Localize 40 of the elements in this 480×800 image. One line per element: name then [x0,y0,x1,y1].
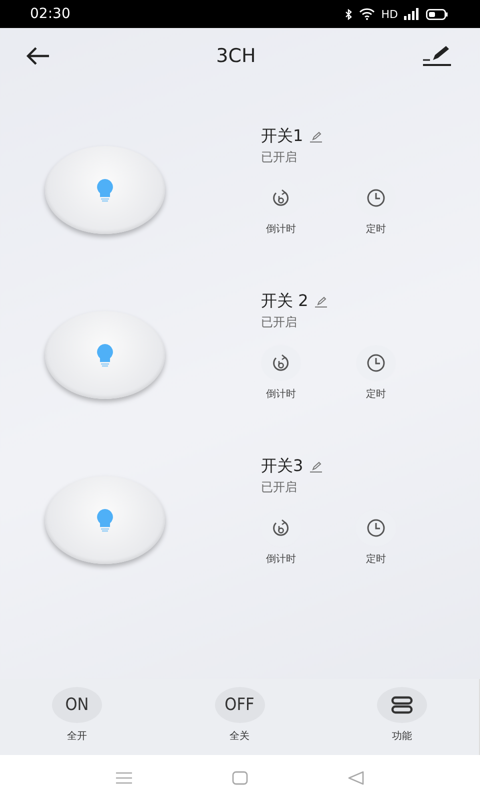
rename-pencil-icon[interactable] [309,460,324,472]
wifi-icon [359,8,376,20]
action-label: 定时 [366,552,386,566]
bottom-label: 全关 [230,730,250,743]
countdown-timer-icon [271,518,291,538]
light-bulb-icon [96,178,114,202]
countdown-timer-icon [271,353,291,373]
edit-icon[interactable] [422,45,452,67]
clock-icon [366,518,386,538]
battery-icon [426,8,448,20]
page-title: 3CH [216,45,256,67]
action-label: 定时 [366,222,386,236]
bottom-label: 全开 [67,730,87,743]
light-bulb-icon [96,343,114,367]
action-label: 倒计时 [266,222,296,236]
back-arrow-icon[interactable] [26,47,50,65]
stacked-bars-icon [391,696,413,714]
countdown-timer-icon [271,188,291,208]
action-label: 倒计时 [266,552,296,566]
all-toggle-button[interactable]: OFF [214,687,264,723]
switch-name: 开关 2 [261,291,308,312]
switch-status: 已开启 [261,314,298,331]
switch-status: 已开启 [261,149,298,166]
light-bulb-icon [96,508,114,532]
bottom-label: 功能 [392,730,412,743]
status-time: 02:30 [30,6,70,22]
rename-pencil-icon[interactable] [314,296,328,308]
functions-button[interactable] [377,687,427,723]
clock-icon [366,188,386,208]
rename-pencil-icon[interactable] [309,130,324,142]
action-label: 倒计时 [266,388,296,401]
clock-icon [366,353,386,373]
bluetooth-icon [345,8,354,20]
switch-name: 开关1 [261,126,304,147]
all-toggle-button[interactable]: ON [52,687,102,723]
action-label: 定时 [366,388,386,401]
network-label: HD [381,8,398,20]
switch-name: 开关3 [261,456,304,477]
signal-icon [404,8,420,20]
switch-status: 已开启 [261,479,298,496]
